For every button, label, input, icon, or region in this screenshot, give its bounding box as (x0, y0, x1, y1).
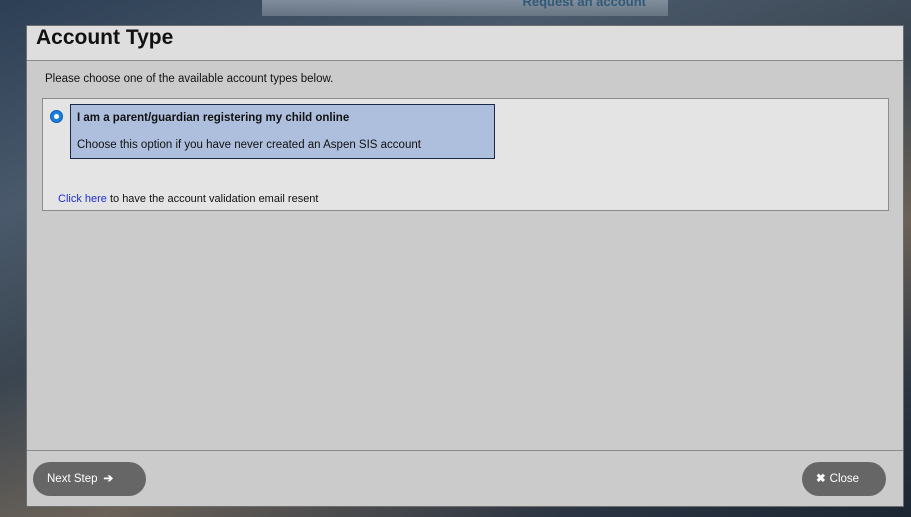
next-step-button[interactable]: Next Step ➔ (33, 462, 146, 496)
account-options-panel: I am a parent/guardian registering my ch… (42, 98, 889, 211)
intro-text: Please choose one of the available accou… (45, 73, 334, 85)
account-type-dialog: Account Type Please choose one of the av… (26, 25, 904, 507)
parent-option-radio[interactable] (50, 110, 63, 123)
close-label: Close (829, 473, 860, 485)
option-description: Choose this option if you have never cre… (77, 139, 421, 151)
option-title: I am a parent/guardian registering my ch… (77, 112, 350, 124)
resend-email-text: Click here to have the account validatio… (58, 193, 318, 205)
resend-email-suffix: to have the account validation email res… (106, 193, 319, 205)
dialog-title: Account Type (27, 26, 903, 61)
close-button[interactable]: ✖ Close (802, 462, 886, 496)
dialog-footer: Next Step ➔ ✖ Close (27, 450, 903, 506)
request-account-heading: Request an account (522, 0, 646, 9)
resend-email-link[interactable]: Click here (58, 193, 107, 205)
x-icon: ✖ (816, 473, 826, 485)
arrow-right-icon: ➔ (103, 473, 114, 485)
background-page-banner: Request an account (262, 0, 668, 16)
next-step-label: Next Step (47, 473, 98, 485)
parent-option-card[interactable]: I am a parent/guardian registering my ch… (70, 104, 495, 159)
